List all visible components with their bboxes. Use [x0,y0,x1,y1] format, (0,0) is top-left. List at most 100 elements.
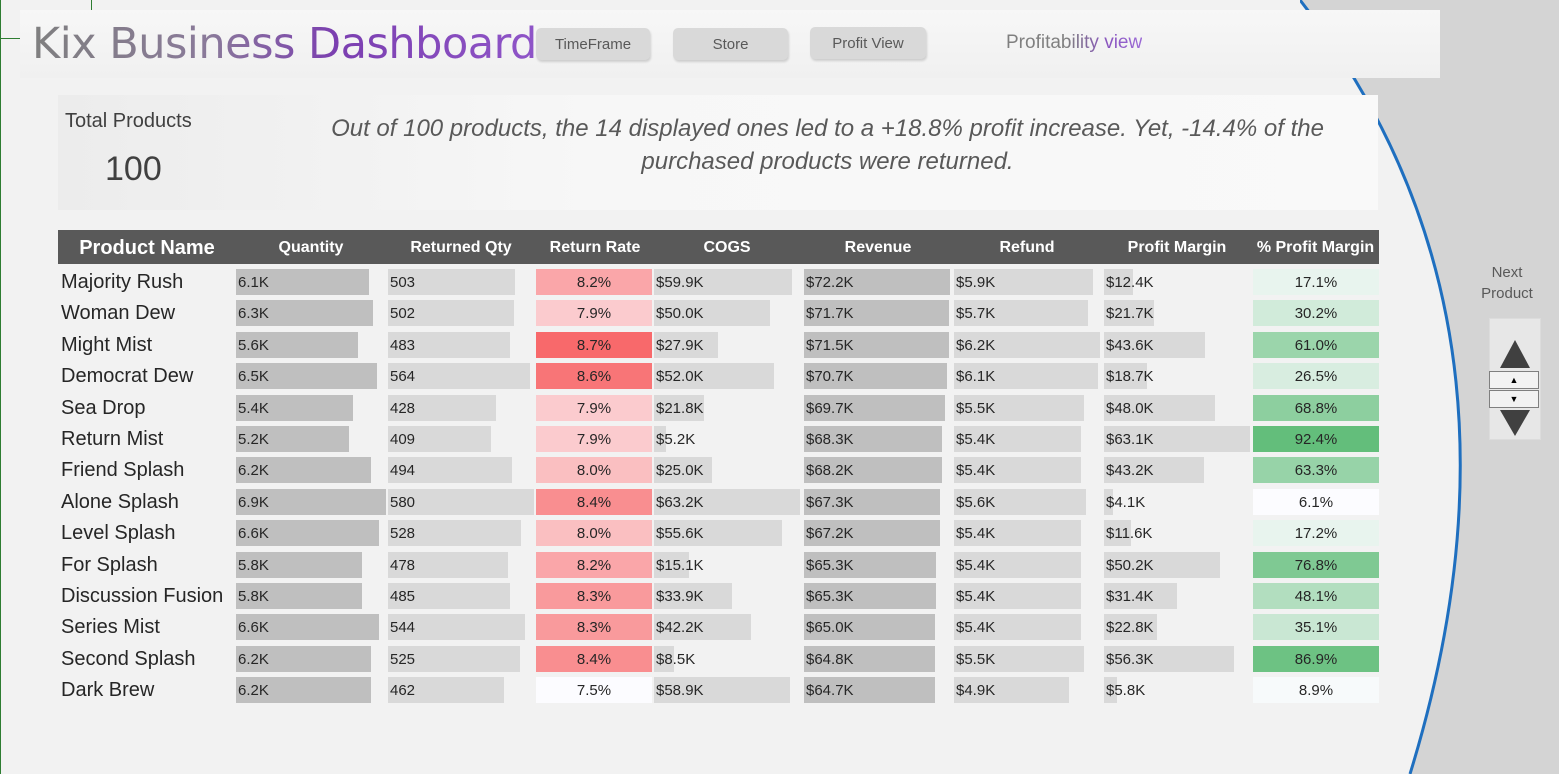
cell-value: $11.6K [1106,525,1153,543]
return-rate-cell: 8.7% [536,331,652,358]
pct-profit-margin-cell: 26.5% [1253,363,1379,390]
returned-qty-cell: 503 [388,268,534,296]
spinner-down-button[interactable]: ▼ [1489,390,1539,408]
up-arrow-icon[interactable] [1498,338,1532,370]
cell-value: 6.9K [238,493,269,511]
cogs-cell: $63.2K [654,488,800,516]
col-refund: Refund [999,239,1055,256]
pct-profit-margin-cell: 17.1% [1253,269,1379,295]
cell-value: $48.0K [1106,399,1154,417]
cell-value: $33.9K [656,588,704,605]
table-row: Discussion Fusion 5.8K 485 8.3% $33.9K $65.3K… [58,582,1379,610]
returned-qty-cell: 580 [388,488,534,516]
cell-value: 5.6K [238,336,269,354]
table-row: Level Splash 6.6K 528 8.0% $55.6K $67.2K $5.4K… [58,519,1379,547]
cell-value: 61.0% [1294,336,1338,354]
table-row: For Splash 5.8K 478 8.2% $15.1K $65.3K $5.4K $5… [58,551,1379,579]
pct-profit-margin-cell: 86.9% [1253,645,1379,672]
cell-value: 63.3% [1294,462,1338,480]
cell-value: $5.4K [956,556,996,574]
pct-profit-margin-cell: 61.0% [1253,331,1379,358]
quantity-cell: 5.8K [236,582,386,610]
cell-value: $21.7K [1106,305,1154,323]
cell-value: $58.9K [656,682,704,700]
product-name-cell: Series Mist [61,616,160,639]
quantity-cell: 6.9K [236,488,386,516]
cell-value: $31.4K [1106,588,1154,605]
quantity-cell: 6.3K [236,299,386,327]
table-row: Friend Splash 6.2K 494 8.0% $25.0K $68.2K $5.4… [58,456,1379,484]
product-name-cell: Majority Rush [61,271,184,293]
return-rate-cell: 8.0% [536,520,652,547]
col-cogs: COGS [703,239,751,256]
cell-value: 8.0% [576,525,612,543]
return-rate-cell: 7.9% [536,426,652,452]
product-name-cell: Democrat Dew [61,365,194,388]
product-name-cell: Sea Drop [61,396,146,419]
table-row: Series Mist 6.6K 544 8.3% $42.2K $65.0K $5.4K $… [58,613,1379,641]
quantity-cell: 6.6K [236,519,386,547]
product-name-cell: For Splash [61,553,158,576]
sheet-gridline [0,0,1,774]
returned-qty-cell: 485 [388,582,534,610]
refund-cell: $4.9K [954,676,1100,704]
cell-value: 6.1% [1298,493,1334,511]
table-row: Democrat Dew 6.5K 564 8.6% $52.0K $70.7K $6.1K… [58,362,1379,390]
pct-profit-margin-cell: 92.4% [1253,426,1379,452]
quantity-cell: 6.6K [236,613,386,641]
revenue-cell: $65.0K [804,613,950,641]
cogs-cell: $58.9K [654,676,800,704]
profit-view-button[interactable]: Profit View [810,27,926,59]
revenue-cell: $70.7K [804,362,950,390]
product-name-cell: Second Splash [61,647,196,670]
cell-value: 8.3% [576,588,612,605]
timeframe-button[interactable]: TimeFrame [536,28,650,60]
cell-value: $5.8K [1106,682,1146,700]
cell-value: $56.3K [1106,650,1154,668]
revenue-cell: $65.3K [804,582,950,610]
returned-qty-cell: 528 [388,519,534,547]
profit-margin-cell: $43.2K [1104,456,1250,484]
refund-cell: $5.5K [954,394,1100,422]
pct-profit-margin-cell: 8.9% [1253,677,1379,704]
pct-profit-margin-cell: 6.1% [1253,488,1379,515]
table-header: Product Name Quantity Returned Qty Retur… [58,230,1379,264]
profit-margin-cell: $4.1K [1104,488,1250,516]
cell-value: $5.5K [956,399,996,417]
cogs-cell: $33.9K [654,582,800,610]
revenue-cell: $72.2K [804,268,950,296]
cell-value: $43.2K [1106,462,1154,480]
return-rate-cell: 8.6% [536,363,652,390]
product-name-cell: Might Mist [61,333,153,356]
store-button[interactable]: Store [673,28,788,60]
cell-value: $67.2K [806,525,854,543]
cell-value: 502 [390,305,416,323]
cell-value: 428 [390,399,416,417]
returned-qty-cell: 525 [388,645,534,673]
cell-value: $68.2K [806,462,854,480]
cell-value: 544 [390,619,416,637]
cell-value: $4.9K [956,682,996,700]
quantity-cell: 5.8K [236,551,386,579]
returned-qty-cell: 502 [388,299,534,327]
table-row: Woman Dew 6.3K 502 7.9% $50.0K $71.7K $5.7K $21… [58,299,1379,327]
revenue-cell: $64.7K [804,676,950,704]
spinner-up-button[interactable]: ▲ [1489,371,1539,389]
refund-cell: $5.4K [954,456,1100,484]
cell-value: 5.2K [238,431,269,448]
quantity-cell: 5.2K [236,425,386,453]
profit-margin-cell: $21.7K [1104,299,1250,327]
returned-qty-cell: 544 [388,613,534,641]
cell-value: 8.2% [576,274,612,291]
cell-value: 5.8K [238,556,269,574]
pct-profit-margin-cell: 68.8% [1253,394,1379,421]
down-arrow-icon[interactable] [1498,408,1532,438]
cell-value: 17.1% [1294,274,1338,291]
cell-value: $65.0K [806,619,854,637]
cell-value: $59.9K [656,274,704,291]
cogs-cell: $25.0K [654,456,800,484]
cell-value: 525 [390,650,416,668]
revenue-cell: $71.5K [804,331,950,359]
cell-value: $63.2K [656,493,704,511]
cell-value: 7.9% [576,305,612,323]
